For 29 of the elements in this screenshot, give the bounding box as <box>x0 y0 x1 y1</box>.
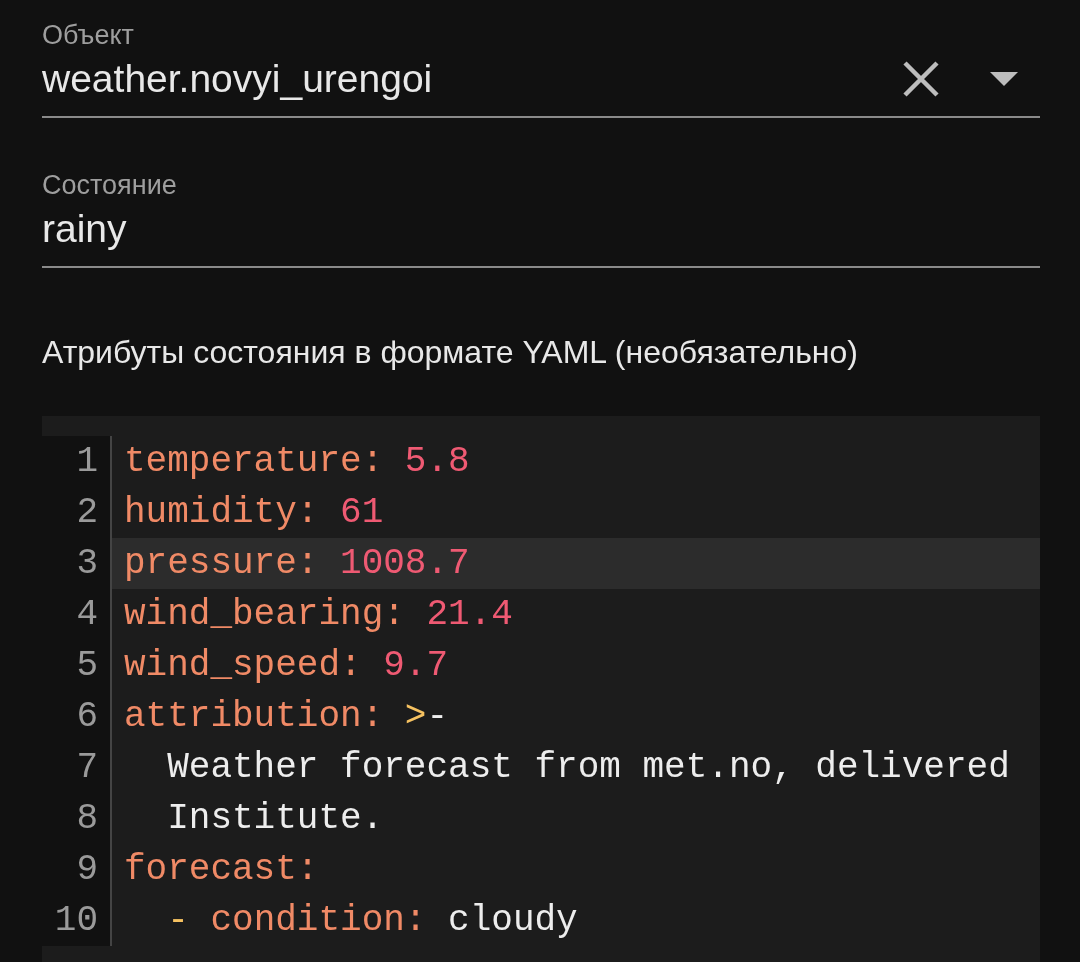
code-line: forecast: <box>123 848 320 892</box>
line-number: 2 <box>42 487 112 538</box>
line-number: 3 <box>42 538 112 589</box>
field-label: Объект <box>42 19 134 52</box>
field-value: weather.novyi_urengoi <box>42 57 434 101</box>
caret-icon[interactable] <box>990 72 1018 86</box>
code-line: Institute. <box>166 797 385 841</box>
line-number: 5 <box>42 640 112 691</box>
code-line: humidity: 61 <box>123 491 385 535</box>
line-number: 8 <box>42 793 112 844</box>
state-field[interactable]: Состояние rainy <box>42 168 1040 268</box>
field-label: Состояние <box>42 169 177 202</box>
section-heading: Атрибуты состояния в формате YAML (необязательно) <box>42 333 859 372</box>
code-line: attribution: >- <box>123 695 450 739</box>
code-line: - condition: cloudy <box>166 899 579 943</box>
entity-field[interactable]: Объект weather.novyi_urengoi <box>42 18 1040 118</box>
line-number: 10 <box>42 895 112 946</box>
code-line: temperature: 5.8 <box>123 440 471 484</box>
code-line: wind_speed: 9.7 <box>123 644 450 688</box>
line-number: 7 <box>42 742 112 793</box>
line-number: 1 <box>42 436 112 487</box>
line-number: 4 <box>42 589 112 640</box>
code-editor[interactable]: 1 temperature: 5.8 2 humidity: 61 3 pressure: 1008.7 4 wind_bearing: 21.4 5 wind_speed: 9.7 6 attribution: >- 7 Weather forecast from met.no, delivered 8 Institute. 9 forecast: 10 - condition: cloudy <box>42 416 1040 962</box>
line-number: 6 <box>42 691 112 742</box>
line-number: 9 <box>42 844 112 895</box>
clear-icon[interactable] <box>902 60 940 98</box>
code-line: Weather forecast from met.no, delivered <box>166 746 1011 790</box>
code-line: wind_bearing: 21.4 <box>123 593 514 637</box>
field-value: rainy <box>42 207 128 251</box>
